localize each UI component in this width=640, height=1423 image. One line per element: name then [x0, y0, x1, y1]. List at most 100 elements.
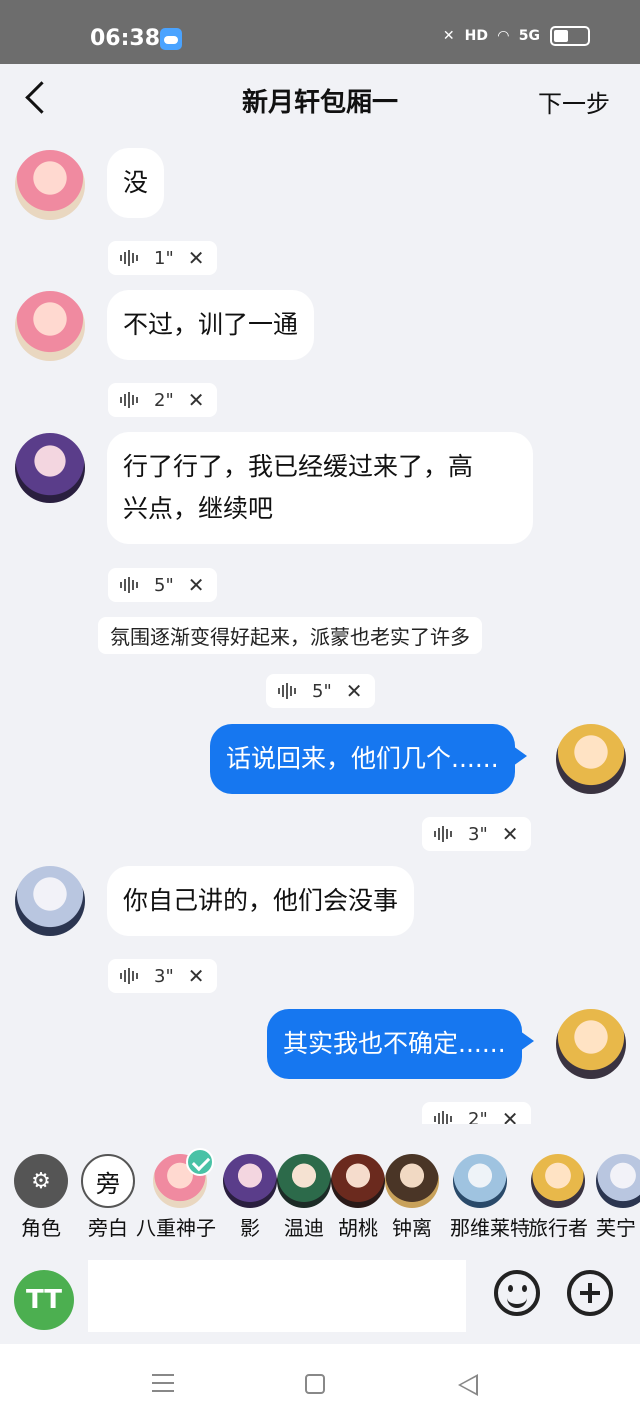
avatar-traveler[interactable]	[556, 1009, 626, 1079]
character-label: 旅行者	[528, 1216, 588, 1240]
avatar-yae[interactable]	[15, 150, 85, 220]
close-icon[interactable]: ✕	[188, 246, 205, 270]
message-text: 话说回来，他们几个......	[226, 744, 499, 773]
voice-chip[interactable]: 2" ✕	[422, 1102, 531, 1124]
avatar	[331, 1154, 385, 1208]
character-label: 旁白	[88, 1216, 128, 1240]
character-label: 角色	[21, 1216, 61, 1240]
character-neuvillette[interactable]: 那维莱特	[450, 1154, 530, 1241]
character-label: 胡桃	[338, 1216, 378, 1240]
voice-chip[interactable]: 5" ✕	[108, 568, 217, 602]
avatar	[385, 1154, 439, 1208]
voice-duration: 3"	[468, 823, 488, 845]
home-icon[interactable]	[305, 1374, 325, 1394]
avatar	[596, 1154, 640, 1208]
voice-chip[interactable]: 3" ✕	[422, 817, 531, 851]
message-bubble-outgoing[interactable]: 话说回来，他们几个......	[210, 724, 527, 794]
character-raiden[interactable]: 影	[220, 1154, 280, 1241]
avatar	[531, 1154, 585, 1208]
selected-check-icon	[186, 1148, 214, 1176]
emoji-icon[interactable]	[494, 1270, 540, 1316]
wifi-icon: ◠	[497, 28, 509, 44]
message-bubble[interactable]: 行了行了，我已经缓过来了，高 兴点，继续吧	[107, 432, 533, 544]
message-text-line: 行了行了，我已经缓过来了，高	[123, 452, 474, 481]
character-label: 八重神子	[136, 1216, 216, 1240]
character-traveler[interactable]: 旅行者	[528, 1154, 588, 1241]
voice-chip[interactable]: 3" ✕	[108, 959, 217, 993]
message-text: 其实我也不确定......	[283, 1029, 506, 1058]
mute-icon: ✕	[442, 28, 455, 44]
message-bubble[interactable]: 你自己讲的，他们会没事	[107, 866, 415, 936]
message-bubble[interactable]: 不过，训了一通	[107, 290, 315, 360]
menu-icon[interactable]	[152, 1374, 174, 1392]
voice-duration: 5"	[312, 680, 332, 702]
message-text: 你自己讲的，他们会没事	[123, 886, 399, 915]
text-style-button[interactable]: TT	[14, 1270, 74, 1330]
battery-icon	[550, 26, 590, 46]
close-icon[interactable]: ✕	[188, 964, 205, 988]
next-step-button[interactable]: 下一步	[538, 84, 610, 119]
audio-wave-icon	[120, 391, 140, 409]
audio-wave-icon	[434, 1110, 454, 1124]
character-roles[interactable]: ⚙ 角色	[11, 1154, 71, 1241]
audio-wave-icon	[120, 576, 140, 594]
status-icons: ✕ HD ◠ 5G	[443, 26, 590, 46]
audio-wave-icon	[434, 825, 454, 843]
message-bubble-outgoing[interactable]: 其实我也不确定......	[267, 1009, 534, 1079]
close-icon[interactable]: ✕	[502, 1107, 519, 1124]
signal-icon: 5G	[518, 28, 540, 44]
avatar	[223, 1154, 277, 1208]
close-icon[interactable]: ✕	[188, 573, 205, 597]
input-bar: TT	[0, 1248, 640, 1344]
voice-chip[interactable]: 2" ✕	[108, 383, 217, 417]
header: 新月轩包厢一 下一步	[0, 64, 640, 134]
hd-icon: HD	[464, 28, 488, 44]
audio-wave-icon	[120, 967, 140, 985]
character-narrator[interactable]: 旁 旁白	[78, 1154, 138, 1241]
character-zhongli[interactable]: 钟离	[382, 1154, 442, 1241]
avatar	[277, 1154, 331, 1208]
weather-icon	[160, 28, 182, 50]
message-text: 没	[123, 168, 149, 197]
character-hutao[interactable]: 胡桃	[328, 1154, 388, 1241]
status-time: 06:38	[90, 26, 161, 51]
character-venti[interactable]: 温迪	[274, 1154, 334, 1241]
character-label: 芙宁	[596, 1216, 636, 1240]
character-label: 温迪	[284, 1216, 324, 1240]
avatar-raiden[interactable]	[15, 433, 85, 503]
message-text-line: 兴点，继续吧	[123, 494, 274, 523]
narration-text[interactable]: 氛围逐渐变得好起来，派蒙也老实了许多	[98, 617, 482, 654]
role-settings-icon: ⚙	[14, 1154, 68, 1208]
character-furina[interactable]: 芙宁	[596, 1154, 640, 1241]
system-nav-bar	[0, 1344, 640, 1423]
message-bubble[interactable]: 没	[107, 148, 165, 218]
avatar	[453, 1154, 507, 1208]
avatar-furina[interactable]	[15, 866, 85, 936]
voice-duration: 5"	[154, 574, 174, 596]
close-icon[interactable]: ✕	[502, 822, 519, 846]
status-bar: 06:38 ✕ HD ◠ 5G	[0, 0, 640, 64]
character-label: 影	[240, 1216, 260, 1240]
chat-area[interactable]: 没 1" ✕ 不过，训了一通 2" ✕ 行了行了，我已经缓过来了，高 兴点，继续…	[0, 134, 640, 1124]
voice-chip[interactable]: 5" ✕	[266, 674, 375, 708]
message-input[interactable]	[88, 1260, 466, 1332]
back-triangle-icon[interactable]	[458, 1374, 478, 1396]
character-label: 钟离	[392, 1216, 432, 1240]
voice-duration: 3"	[154, 965, 174, 987]
message-text: 不过，训了一通	[123, 310, 299, 339]
avatar-traveler[interactable]	[556, 724, 626, 794]
character-label: 那维莱特	[450, 1216, 530, 1240]
voice-chip[interactable]: 1" ✕	[108, 241, 217, 275]
audio-wave-icon	[120, 249, 140, 267]
audio-wave-icon	[278, 682, 298, 700]
voice-duration: 2"	[154, 389, 174, 411]
add-icon[interactable]	[567, 1270, 613, 1316]
character-yae[interactable]: 八重神子	[136, 1148, 216, 1241]
avatar-yae[interactable]	[15, 291, 85, 361]
voice-duration: 1"	[154, 247, 174, 269]
voice-duration: 2"	[468, 1108, 488, 1125]
close-icon[interactable]: ✕	[346, 679, 363, 703]
close-icon[interactable]: ✕	[188, 388, 205, 412]
narrator-icon: 旁	[81, 1154, 135, 1208]
character-selector: ⚙ 角色 旁 旁白 八重神子 影 温迪 胡桃 钟离 那维莱特 旅行者 芙宁	[0, 1124, 640, 1248]
